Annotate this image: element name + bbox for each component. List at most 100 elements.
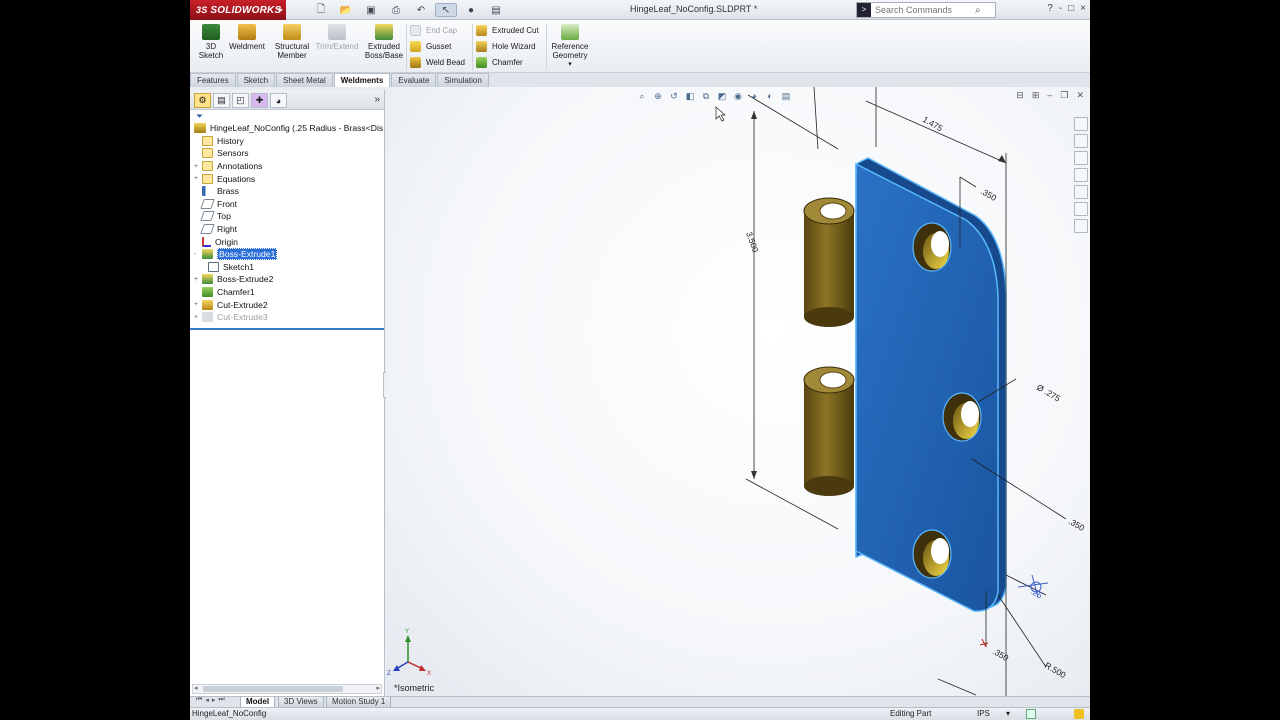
tree-toggle[interactable]: +	[194, 276, 202, 283]
weld-bead-button[interactable]: Weld Bead	[410, 57, 465, 68]
custom-properties-icon[interactable]	[1074, 202, 1088, 216]
tree-item-front-plane[interactable]: Front	[194, 198, 384, 211]
gusset-button[interactable]: Gusset	[410, 41, 451, 52]
new-document-icon[interactable]: 🗋	[310, 3, 332, 17]
view-palette-icon[interactable]	[1074, 168, 1088, 182]
design-library-icon[interactable]	[1074, 134, 1088, 148]
units-dropdown-icon[interactable]: ▾	[1006, 708, 1010, 720]
zoom-to-area-icon[interactable]: ⊕	[652, 90, 664, 102]
weldment-button[interactable]: Weldment	[227, 24, 267, 51]
tab-simulation[interactable]: Simulation	[437, 73, 489, 87]
minimize-icon[interactable]: -	[1059, 3, 1062, 14]
close-icon[interactable]: ×	[1080, 3, 1086, 14]
resources-icon[interactable]	[1074, 117, 1088, 131]
tree-item-top-plane[interactable]: Top	[194, 210, 384, 223]
tree-item-history[interactable]: History	[194, 135, 384, 148]
help-icon[interactable]: ?	[1047, 3, 1053, 14]
rollback-bar[interactable]	[190, 328, 384, 330]
tab-features[interactable]: Features	[190, 73, 236, 87]
quick-tips-icon[interactable]	[1026, 709, 1036, 719]
tree-item-origin[interactable]: Origin	[194, 235, 384, 248]
scroll-left-icon[interactable]: ◂	[194, 684, 198, 692]
part-model-view[interactable]: 3.500 1.475 .350 Ø .275 .350 .350 R.500 …	[386, 87, 1090, 696]
tab-sketch[interactable]: Sketch	[236, 73, 276, 87]
tree-item-cut-extrude3[interactable]: + Cut-Extrude3	[194, 311, 384, 324]
options-icon[interactable]: ▤	[485, 3, 507, 17]
tab-weldments[interactable]: Weldments	[333, 73, 391, 87]
tree-item-equations[interactable]: + Equations	[194, 172, 384, 185]
solidworks-forum-icon[interactable]	[1074, 219, 1088, 233]
hide-show-items-icon[interactable]: ◉	[732, 90, 744, 102]
tab-evaluate[interactable]: Evaluate	[391, 73, 437, 87]
viewport-restore-icon[interactable]: ❐	[1060, 90, 1068, 101]
tree-root[interactable]: HingeLeaf_NoConfig (.25 Radius - Brass<D…	[194, 122, 384, 135]
tree-item-sensors[interactable]: Sensors	[194, 147, 384, 160]
view-settings-icon[interactable]: ▤	[780, 90, 792, 102]
maximize-icon[interactable]: □	[1068, 3, 1074, 14]
search-mode-icon[interactable]: >	[857, 3, 871, 17]
rebuild-icon[interactable]: ●	[460, 3, 482, 17]
open-document-icon[interactable]: 📂	[335, 3, 357, 17]
tree-item-boss-extrude2[interactable]: + Boss-Extrude2	[194, 273, 384, 286]
filter-icon[interactable]: ⏷	[190, 110, 384, 122]
search-input[interactable]	[871, 5, 975, 15]
rebuild-status-icon[interactable]	[1074, 709, 1084, 719]
tree-item-boss-extrude1[interactable]: - Boss-Extrude1	[194, 248, 384, 261]
tree-toggle[interactable]: -	[194, 251, 202, 258]
display-manager-tab-icon[interactable]: ◕	[270, 93, 287, 108]
tree-toggle[interactable]: +	[194, 314, 202, 321]
end-cap-button[interactable]: End Cap	[410, 25, 457, 36]
appearances-icon[interactable]	[1074, 185, 1088, 199]
tree-item-annotations[interactable]: + Annotations	[194, 160, 384, 173]
extruded-cut-button[interactable]: Extruded Cut	[476, 25, 539, 36]
apply-scene-icon[interactable]: ◐	[764, 90, 776, 102]
select-icon[interactable]: ↖	[435, 3, 457, 17]
extruded-boss-button[interactable]: Extruded Boss/Base	[364, 24, 404, 60]
property-manager-tab-icon[interactable]: ▤	[213, 93, 230, 108]
tree-item-chamfer1[interactable]: Chamfer1	[194, 286, 384, 299]
tree-toggle[interactable]: +	[194, 175, 202, 182]
viewport-close-icon[interactable]: ✕	[1076, 90, 1084, 101]
search-commands[interactable]: > ⌕	[856, 2, 996, 18]
print-icon[interactable]: ⎙	[385, 3, 407, 17]
structural-member-button[interactable]: Structural Member	[272, 24, 312, 60]
viewport-minimize-icon[interactable]: –	[1047, 90, 1052, 101]
tab-sheet-metal[interactable]: Sheet Metal	[276, 73, 333, 87]
graphics-area[interactable]: 3.500 1.475 .350 Ø .275 .350 .350 R.500 …	[386, 87, 1090, 696]
zoom-to-fit-icon[interactable]: ⌕	[636, 90, 648, 102]
tree-toggle[interactable]: +	[194, 301, 202, 308]
tree-item-right-plane[interactable]: Right	[194, 223, 384, 236]
3d-sketch-button[interactable]: 3D Sketch	[196, 24, 226, 60]
display-style-icon[interactable]: ◩	[716, 90, 728, 102]
scroll-right-icon[interactable]: ▸	[376, 684, 380, 692]
tree-horizontal-scrollbar[interactable]: ◂ ▸	[192, 684, 382, 694]
next-tab-icon[interactable]: ▸	[212, 696, 216, 704]
tree-item-cut-extrude2[interactable]: + Cut-Extrude2	[194, 298, 384, 311]
chamfer-button[interactable]: Chamfer	[476, 57, 523, 68]
first-tab-icon[interactable]: ⏮	[196, 696, 202, 704]
solidworks-menu-button[interactable]: 3S SOLIDWORKS ▸	[190, 0, 286, 20]
status-units[interactable]: IPS	[977, 708, 990, 720]
tree-item-sketch1[interactable]: Sketch1	[194, 261, 384, 274]
hole-wizard-button[interactable]: Hole Wizard	[476, 41, 536, 52]
undo-icon[interactable]: ↶	[410, 3, 432, 17]
view-orientation-icon[interactable]: ⧉	[700, 90, 712, 102]
configuration-manager-tab-icon[interactable]: ◰	[232, 93, 249, 108]
dimxpert-tab-icon[interactable]: ✚	[251, 93, 268, 108]
last-tab-icon[interactable]: ⏭	[218, 696, 224, 704]
edit-appearance-icon[interactable]: ◕	[748, 90, 760, 102]
save-icon[interactable]: ▣	[360, 3, 382, 17]
tree-item-material[interactable]: Brass	[194, 185, 384, 198]
feature-manager-tab-icon[interactable]: ⚙	[194, 93, 211, 108]
file-explorer-icon[interactable]	[1074, 151, 1088, 165]
previous-view-icon[interactable]: ↺	[668, 90, 680, 102]
section-view-icon[interactable]: ◧	[684, 90, 696, 102]
prev-tab-icon[interactable]: ◂	[205, 696, 209, 704]
dropdown-arrow-icon[interactable]: ▾	[568, 60, 572, 69]
expand-panel-icon[interactable]: »	[374, 94, 380, 105]
scroll-thumb[interactable]	[203, 686, 343, 692]
reference-geometry-button[interactable]: Reference Geometry ▾	[548, 24, 592, 69]
tree-toggle[interactable]: +	[194, 163, 202, 170]
viewport-tile-icon[interactable]: ⊞	[1032, 90, 1040, 101]
viewport-split-icon[interactable]: ⊟	[1016, 90, 1024, 101]
